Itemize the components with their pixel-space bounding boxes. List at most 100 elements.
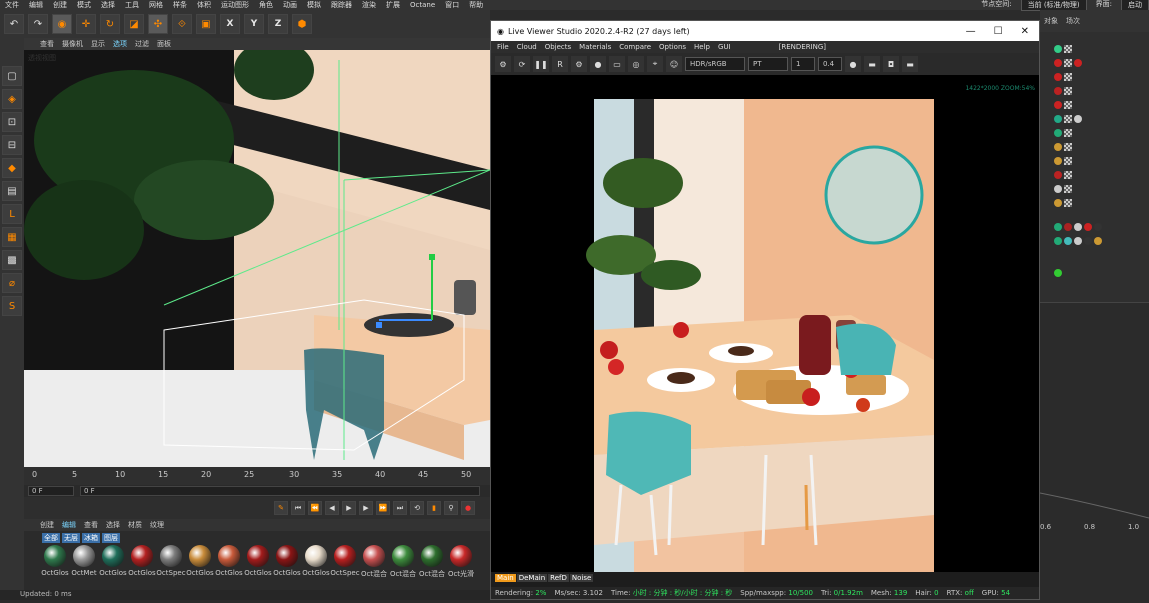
prev-key-icon[interactable]: ⏪ bbox=[308, 501, 322, 515]
vp-menu-view[interactable]: 查看 bbox=[40, 39, 54, 49]
x-axis-lock-icon[interactable]: X bbox=[220, 14, 240, 34]
region-render-icon[interactable]: R bbox=[552, 56, 568, 72]
keyframe-icon[interactable]: ▮ bbox=[427, 501, 441, 515]
texture-mode-icon[interactable]: ◈ bbox=[2, 89, 22, 109]
mat-menu-edit[interactable]: 编辑 bbox=[62, 520, 76, 530]
pass-noise-tab[interactable]: Noise bbox=[569, 574, 594, 582]
lv-menu-cloud[interactable]: Cloud bbox=[517, 43, 537, 51]
lv-menu-file[interactable]: File bbox=[497, 43, 509, 51]
menu-mograph[interactable]: 运动图形 bbox=[216, 0, 254, 10]
material-ball-icon[interactable]: ● bbox=[590, 56, 606, 72]
camera-icon[interactable]: ◘ bbox=[883, 56, 899, 72]
pause-render-icon[interactable]: ❚❚ bbox=[533, 56, 549, 72]
object-row[interactable] bbox=[1040, 268, 1140, 278]
material-swatch[interactable]: OctGlos bbox=[215, 545, 243, 585]
maximize-icon[interactable]: ☐ bbox=[994, 26, 1003, 37]
kernel-select[interactable]: PT bbox=[748, 57, 788, 71]
menu-character[interactable]: 角色 bbox=[254, 0, 278, 10]
menu-create[interactable]: 创建 bbox=[48, 0, 72, 10]
object-row[interactable] bbox=[1040, 86, 1140, 96]
color-space-select[interactable]: HDR/sRGB bbox=[685, 57, 745, 71]
filter-all[interactable]: 全部 bbox=[42, 533, 60, 543]
pass-main-tab[interactable]: Main bbox=[495, 574, 516, 582]
object-row[interactable] bbox=[1040, 100, 1140, 110]
mat-menu-texture[interactable]: 纹理 bbox=[150, 520, 164, 530]
move-tool-icon[interactable]: ✛ bbox=[76, 14, 96, 34]
model-mode-icon[interactable]: ▢ bbox=[2, 66, 22, 86]
workplane-icon[interactable]: ▩ bbox=[2, 250, 22, 270]
object-row[interactable] bbox=[1040, 114, 1140, 124]
mat-menu-create[interactable]: 创建 bbox=[40, 520, 54, 530]
y-axis-lock-icon[interactable]: Y bbox=[244, 14, 264, 34]
loop-icon[interactable]: ⟲ bbox=[410, 501, 424, 515]
material-swatch[interactable]: OctSpec bbox=[330, 545, 360, 585]
lv-menu-compare[interactable]: Compare bbox=[619, 43, 651, 51]
lv-menu-options[interactable]: Options bbox=[659, 43, 686, 51]
record-keys-icon[interactable]: ✎ bbox=[274, 501, 288, 515]
menu-octane[interactable]: Octane bbox=[405, 1, 440, 9]
perspective-viewport[interactable] bbox=[24, 50, 490, 467]
material-swatch[interactable]: OctGlos bbox=[273, 545, 301, 585]
timeline-ruler[interactable]: 0 5 10 15 20 25 30 35 40 45 50 bbox=[24, 467, 490, 485]
menu-file[interactable]: 文件 bbox=[0, 0, 24, 10]
object-row[interactable] bbox=[1040, 142, 1140, 152]
live-selection-icon[interactable]: ⟐ bbox=[172, 14, 192, 34]
tab-objects[interactable]: 对象 bbox=[1044, 16, 1058, 26]
menu-extensions[interactable]: 扩展 bbox=[381, 0, 405, 10]
material-swatch[interactable]: OctGlos bbox=[186, 545, 214, 585]
value-field-1[interactable]: 1 bbox=[791, 57, 815, 71]
menu-simulate[interactable]: 模拟 bbox=[302, 0, 326, 10]
object-row[interactable] bbox=[1040, 156, 1140, 166]
toggle-b-icon[interactable]: ▬ bbox=[864, 56, 880, 72]
next-frame-icon[interactable]: ▶ bbox=[359, 501, 373, 515]
close-icon[interactable]: ✕ bbox=[1021, 26, 1029, 37]
sculpt-icon[interactable]: S bbox=[2, 296, 22, 316]
material-swatch[interactable]: OctGlos bbox=[128, 545, 156, 585]
menu-mode[interactable]: 模式 bbox=[72, 0, 96, 10]
object-row[interactable] bbox=[1040, 184, 1140, 194]
points-mode-icon[interactable]: ⊡ bbox=[2, 112, 22, 132]
menu-tools[interactable]: 工具 bbox=[120, 0, 144, 10]
undo-icon[interactable]: ↶ bbox=[4, 14, 24, 34]
next-key-icon[interactable]: ⏩ bbox=[376, 501, 390, 515]
vp-menu-display[interactable]: 显示 bbox=[91, 39, 105, 49]
scale-tool-icon[interactable]: ◪ bbox=[124, 14, 144, 34]
rotate-tool-icon[interactable]: ↻ bbox=[100, 14, 120, 34]
object-row[interactable] bbox=[1040, 44, 1140, 54]
toggle-a-icon[interactable]: ● bbox=[845, 56, 861, 72]
minimize-icon[interactable]: — bbox=[966, 26, 976, 37]
menu-select[interactable]: 选择 bbox=[96, 0, 120, 10]
menu-render[interactable]: 渲染 bbox=[357, 0, 381, 10]
material-swatch[interactable]: OctGlos bbox=[41, 545, 69, 585]
go-to-end-icon[interactable]: ⏭ bbox=[393, 501, 407, 515]
pass-refd-tab[interactable]: RefD bbox=[548, 574, 569, 582]
send-scene-icon[interactable]: ⚙ bbox=[495, 56, 511, 72]
settings-gear-icon[interactable]: ⚙ bbox=[571, 56, 587, 72]
go-to-start-icon[interactable]: ⏮ bbox=[291, 501, 305, 515]
material-swatch[interactable]: Oct混合 bbox=[390, 545, 416, 585]
material-swatch[interactable]: OctGlos bbox=[244, 545, 272, 585]
polygons-mode-icon[interactable]: ◆ bbox=[2, 158, 22, 178]
menu-mesh[interactable]: 网格 bbox=[144, 0, 168, 10]
current-frame-field[interactable]: 0 F bbox=[80, 486, 480, 496]
restart-render-icon[interactable]: ⟳ bbox=[514, 56, 530, 72]
value-field-2[interactable]: 0.4 bbox=[818, 57, 842, 71]
grid-snap-icon[interactable]: ▦ bbox=[2, 227, 22, 247]
edges-mode-icon[interactable]: ⊟ bbox=[2, 135, 22, 155]
material-picker-icon[interactable]: ☺ bbox=[666, 56, 682, 72]
menu-volume[interactable]: 体积 bbox=[192, 0, 216, 10]
object-row[interactable] bbox=[1040, 128, 1140, 138]
object-row[interactable] bbox=[1040, 72, 1140, 82]
filter-no-layer[interactable]: 无层 bbox=[62, 533, 80, 543]
vp-menu-filter[interactable]: 过滤 bbox=[135, 39, 149, 49]
object-row[interactable] bbox=[1040, 222, 1140, 232]
axis-mode-icon[interactable]: L bbox=[2, 204, 22, 224]
lv-menu-help[interactable]: Help bbox=[694, 43, 710, 51]
toggle-c-icon[interactable]: ▬ bbox=[902, 56, 918, 72]
object-row[interactable] bbox=[1040, 236, 1140, 246]
vp-menu-panel[interactable]: 面板 bbox=[157, 39, 171, 49]
menu-window[interactable]: 窗口 bbox=[440, 0, 464, 10]
pin-icon[interactable]: ⌖ bbox=[647, 56, 663, 72]
menu-edit[interactable]: 编辑 bbox=[24, 0, 48, 10]
material-swatch[interactable]: OctGlos bbox=[302, 545, 330, 585]
